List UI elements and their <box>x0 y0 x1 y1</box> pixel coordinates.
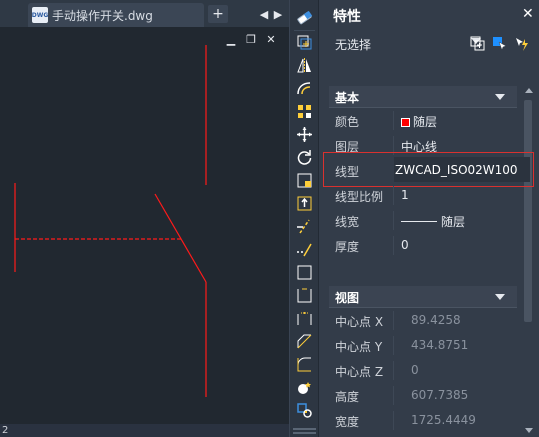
eraser-icon[interactable] <box>295 8 314 27</box>
document-tab-label: 手动操作开关.dwg <box>52 8 153 23</box>
toolbar-grip[interactable] <box>293 428 316 434</box>
property-row-height[interactable]: 高度 607.7385 <box>329 383 517 408</box>
properties-icon[interactable] <box>295 401 314 420</box>
chamfer-icon[interactable] <box>295 332 314 351</box>
property-row-center-y[interactable]: 中心点 Y 434.8751 <box>329 333 517 358</box>
property-value: ZWCAD_ISO02W100 <box>395 163 518 177</box>
property-row-thickness[interactable]: 厚度 0 <box>329 233 517 258</box>
scrollbar-thumb[interactable] <box>524 100 532 322</box>
new-tab-button[interactable]: + <box>208 5 228 23</box>
color-swatch <box>401 118 410 127</box>
property-key: 高度 <box>335 390 360 404</box>
properties-panel: 特性 ✕ 无选择 基本 颜色 随层 图层 中心线 线型 ZWCAD_ISO02W… <box>318 0 539 437</box>
property-key: 线型 <box>335 165 360 179</box>
switch-drawing <box>14 45 207 397</box>
modify-toolbar <box>289 0 318 437</box>
dwg-file-icon: DWG <box>32 7 48 23</box>
property-row-linetype[interactable]: 线型 ZWCAD_ISO02W100 <box>329 158 518 183</box>
explode-icon[interactable] <box>295 378 314 397</box>
property-key: 厚度 <box>335 240 360 254</box>
property-key: 线型比例 <box>335 190 384 204</box>
document-tab-bar: DWG 手动操作开关.dwg + ◀ ▶ <box>0 0 289 27</box>
document-tab[interactable]: DWG 手动操作开关.dwg <box>28 3 204 27</box>
property-row-center-x[interactable]: 中心点 X 89.4258 <box>329 308 517 333</box>
section-title: 基本 <box>335 91 360 105</box>
property-row-width[interactable]: 宽度 1725.4449 <box>329 408 517 433</box>
property-value: 607.7385 <box>411 388 469 402</box>
selection-dropdown[interactable]: 无选择 <box>329 33 481 55</box>
panel-close-icon[interactable]: ✕ <box>522 6 534 22</box>
break-icon[interactable] <box>295 263 314 282</box>
property-row-color[interactable]: 颜色 随层 <box>329 108 517 133</box>
property-value: 1725.4449 <box>411 413 476 427</box>
rotate-icon[interactable] <box>295 148 314 167</box>
selection-tools <box>469 35 531 53</box>
move-icon[interactable] <box>295 125 314 144</box>
property-key: 中心点 Y <box>335 340 383 354</box>
stretch-icon[interactable] <box>295 194 314 213</box>
property-key: 宽度 <box>335 415 360 429</box>
chevron-down-icon <box>495 294 505 300</box>
property-row-lineweight[interactable]: 线宽 随层 <box>329 208 517 233</box>
section-header-basic[interactable]: 基本 <box>329 86 517 108</box>
break-at-point-icon[interactable] <box>295 286 314 305</box>
section-title: 视图 <box>335 291 360 305</box>
join-icon[interactable] <box>295 309 314 328</box>
scale-icon[interactable] <box>295 171 314 190</box>
tab-scroll-right-icon[interactable]: ▶ <box>272 5 284 23</box>
switch-blade-line[interactable] <box>154 193 207 283</box>
array-icon[interactable] <box>295 102 314 121</box>
toggle-pickadd-icon[interactable] <box>469 35 487 53</box>
lineweight-preview <box>401 221 437 222</box>
tab-scroll-left-icon[interactable]: ◀ <box>258 5 270 23</box>
property-value: 1 <box>401 188 409 202</box>
copy-icon[interactable] <box>295 33 314 52</box>
property-value: 0 <box>411 363 419 377</box>
mirror-icon[interactable] <box>295 56 314 75</box>
fillet-icon[interactable] <box>295 355 314 374</box>
property-row-center-z[interactable]: 中心点 Z 0 <box>329 358 517 383</box>
property-key: 中心点 Z <box>335 365 384 379</box>
property-key: 线宽 <box>335 215 360 229</box>
property-value: 随层 <box>401 113 437 130</box>
drawing-canvas[interactable] <box>0 27 289 424</box>
trim-icon[interactable] <box>295 217 314 236</box>
quick-select-icon[interactable] <box>513 35 531 53</box>
property-value: 89.4258 <box>411 313 461 327</box>
scroll-up-icon[interactable] <box>525 88 533 93</box>
property-value: 随层 <box>401 213 465 230</box>
selection-value: 无选择 <box>335 37 372 52</box>
extend-icon[interactable] <box>295 240 314 259</box>
select-objects-icon[interactable] <box>491 35 509 53</box>
offset-icon[interactable] <box>295 79 314 98</box>
chevron-down-icon <box>495 94 505 100</box>
coordinate-readout: 2 <box>0 424 289 437</box>
drawing-area[interactable]: DWG 手动操作开关.dwg + ◀ ▶ ▁ ❐ ✕ 2 <box>0 0 289 437</box>
scroll-down-icon[interactable] <box>525 428 533 433</box>
property-key: 中心点 X <box>335 315 384 329</box>
section-header-view[interactable]: 视图 <box>329 286 517 308</box>
property-key: 颜色 <box>335 115 360 129</box>
property-row-linetype-scale[interactable]: 线型比例 1 <box>329 183 517 208</box>
property-value: 434.8751 <box>411 338 469 352</box>
panel-title: 特性 <box>333 9 361 25</box>
property-value: 0 <box>401 238 409 252</box>
